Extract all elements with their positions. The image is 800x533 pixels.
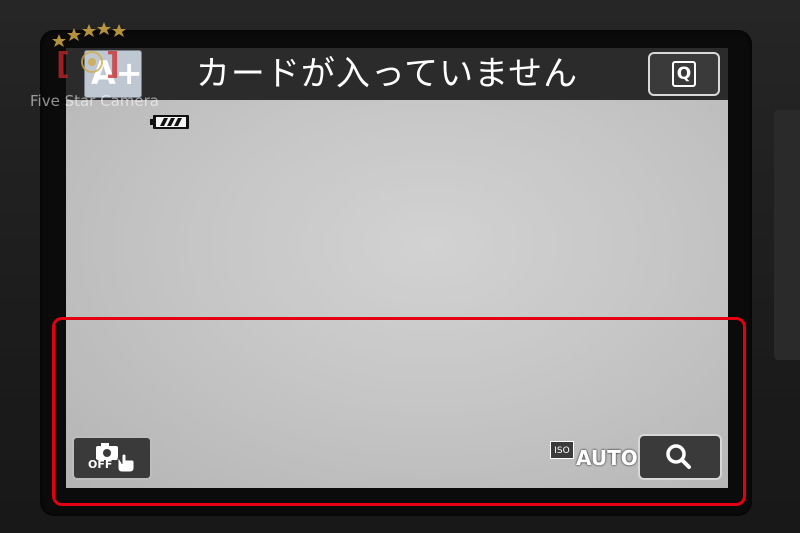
watermark-text: Five Star Camera [30, 92, 159, 110]
top-bar: A+ カードが入っていません Q [66, 48, 728, 100]
quick-control-button[interactable]: Q [648, 52, 720, 96]
battery-full-icon [150, 115, 189, 129]
side-grip [774, 110, 800, 360]
no-card-message: カードが入っていません [195, 54, 579, 94]
watermark-emblem: [ ] [52, 22, 126, 82]
svg-text:[: [ [56, 47, 70, 82]
watermark-logo: [ ] Five Star Camera [14, 12, 159, 110]
highlight-box [52, 317, 746, 506]
svg-text:]: ] [106, 47, 120, 82]
q-icon: Q [672, 61, 696, 87]
